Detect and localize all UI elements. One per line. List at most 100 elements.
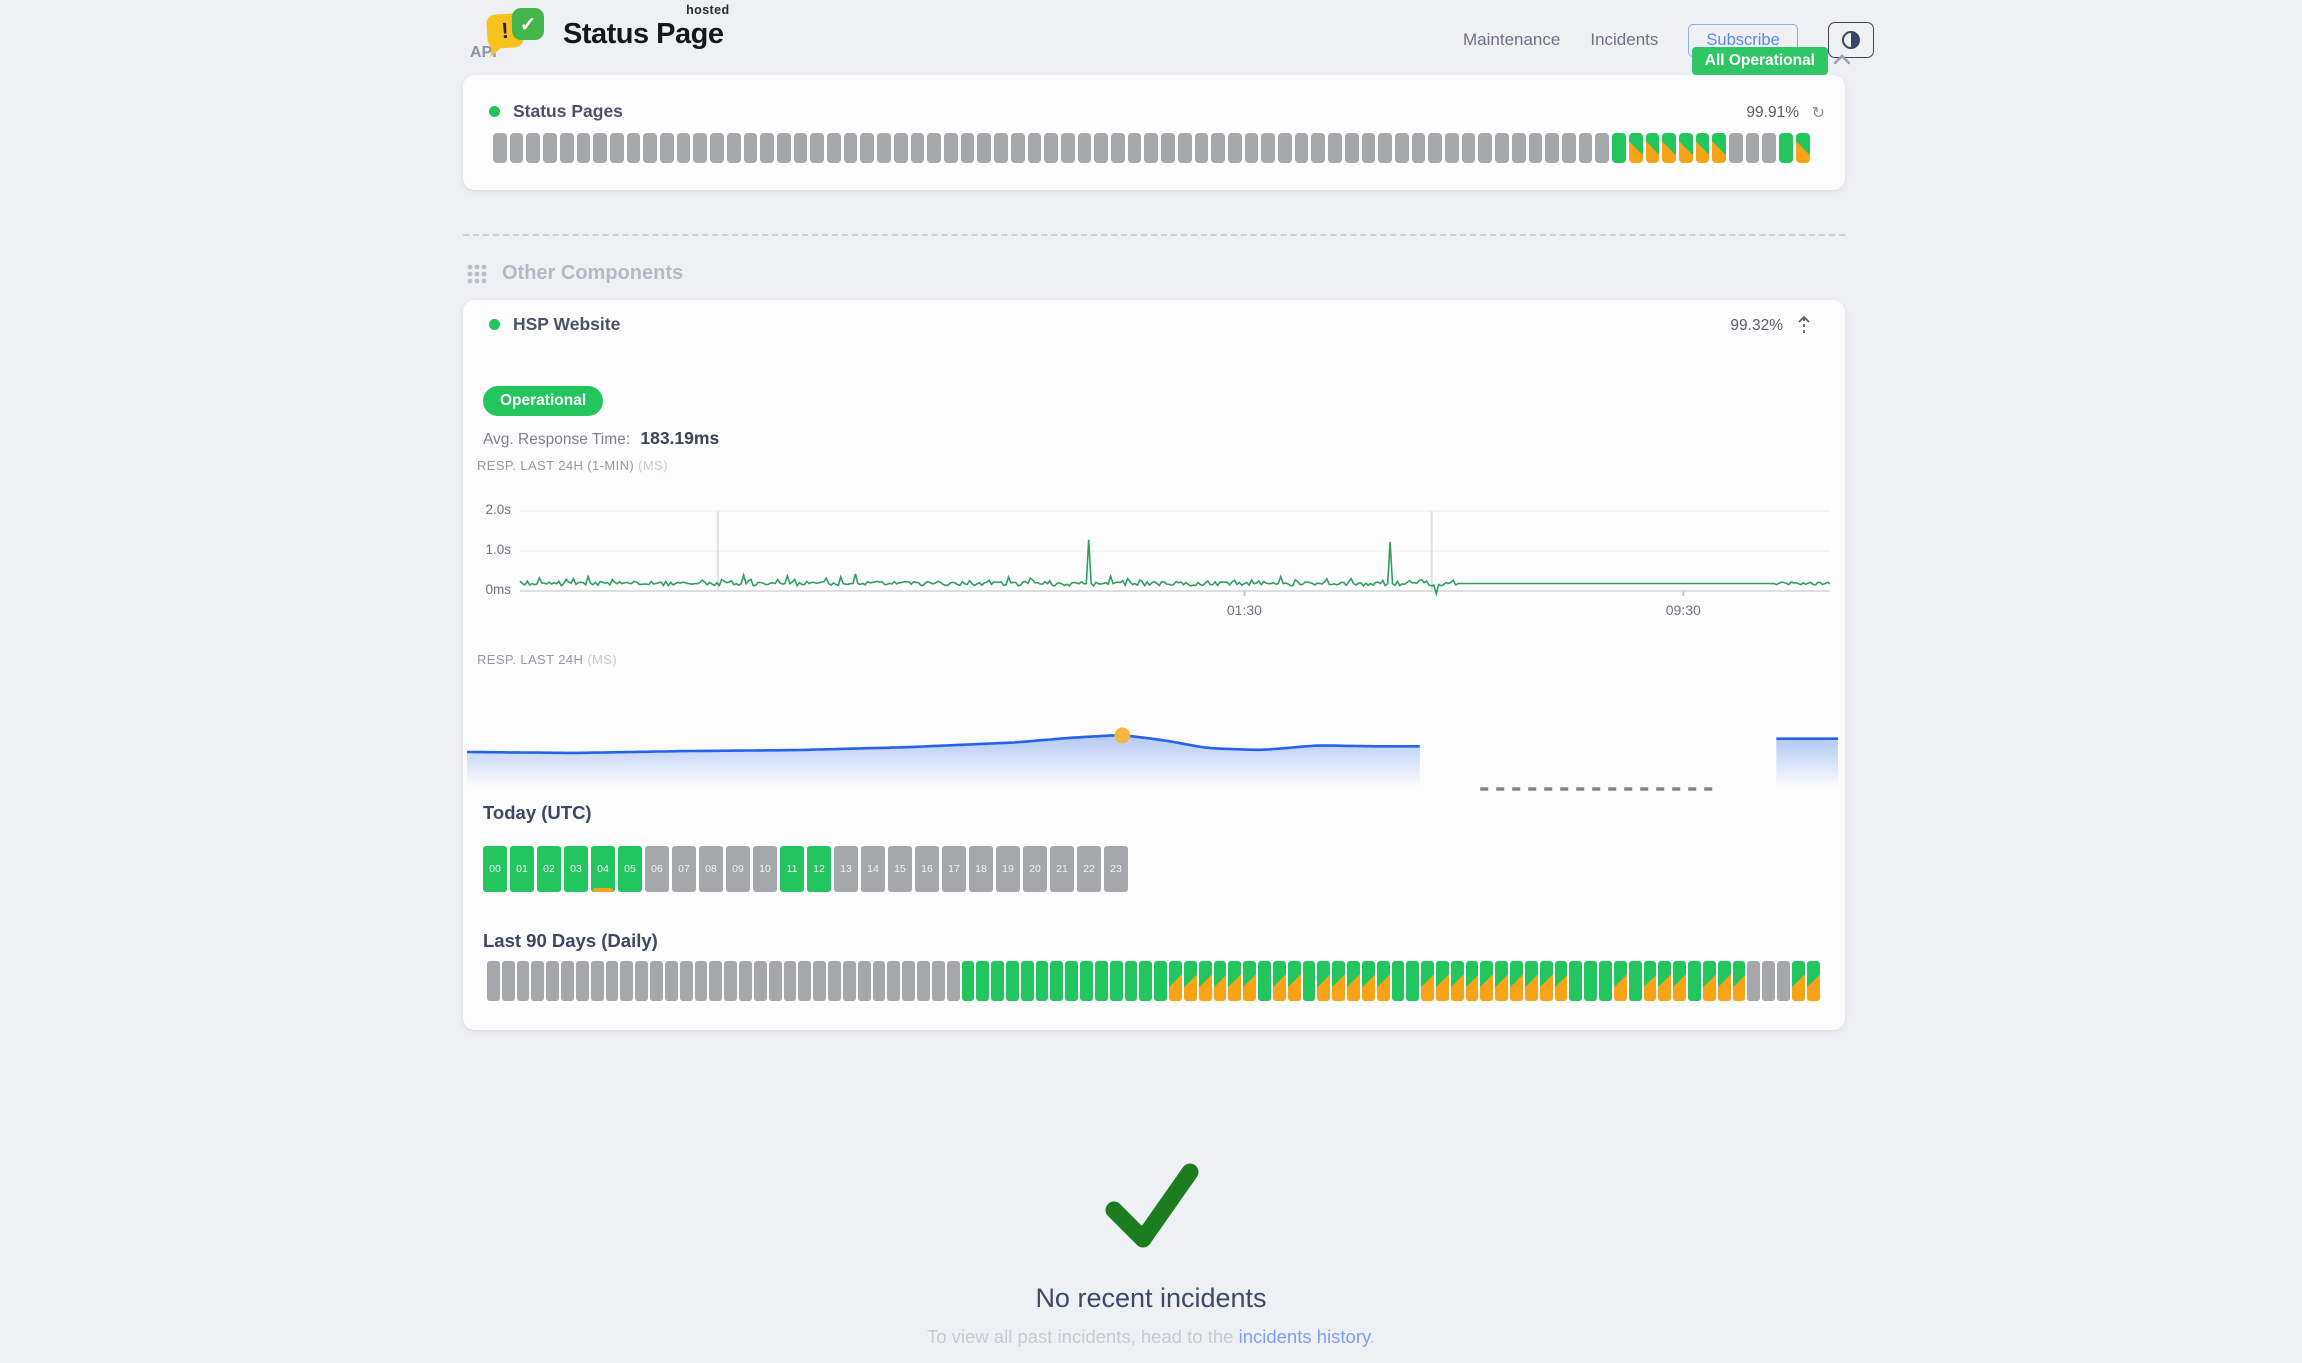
- refresh-icon[interactable]: ↻: [1812, 103, 1825, 123]
- uptime-bar[interactable]: [777, 133, 791, 163]
- daily-uptime-bar[interactable]: [1510, 961, 1523, 1001]
- uptime-bar[interactable]: [1595, 133, 1609, 163]
- uptime-bar[interactable]: [1746, 133, 1760, 163]
- uptime-bar[interactable]: [844, 133, 858, 163]
- daily-uptime-bar[interactable]: [902, 961, 915, 1001]
- daily-uptime-bar[interactable]: [813, 961, 826, 1001]
- uptime-bar[interactable]: [493, 133, 507, 163]
- uptime-bar[interactable]: [1512, 133, 1526, 163]
- daily-uptime-bar[interactable]: [1243, 961, 1256, 1001]
- daily-uptime-bar[interactable]: [1599, 961, 1612, 1001]
- daily-uptime-bar[interactable]: [858, 961, 871, 1001]
- daily-uptime-bar[interactable]: [1377, 961, 1390, 1001]
- uptime-bar[interactable]: [1696, 133, 1710, 163]
- daily-uptime-bar[interactable]: [591, 961, 604, 1001]
- response-time-area-chart[interactable]: [467, 690, 1838, 796]
- uptime-bar[interactable]: [1278, 133, 1292, 163]
- uptime-bar[interactable]: [860, 133, 874, 163]
- daily-uptime-bar[interactable]: [917, 961, 930, 1001]
- uptime-bar[interactable]: [1078, 133, 1092, 163]
- daily-uptime-bar[interactable]: [1154, 961, 1167, 1001]
- uptime-bar[interactable]: [1662, 133, 1676, 163]
- daily-uptime-bar[interactable]: [1495, 961, 1508, 1001]
- daily-uptime-bar[interactable]: [887, 961, 900, 1001]
- hour-block-00[interactable]: 00: [483, 846, 507, 892]
- daily-uptime-bar[interactable]: [1703, 961, 1716, 1001]
- hour-block-19[interactable]: 19: [996, 846, 1020, 892]
- daily-uptime-bar[interactable]: [546, 961, 559, 1001]
- uptime-bar[interactable]: [677, 133, 691, 163]
- daily-uptime-bar[interactable]: [1658, 961, 1671, 1001]
- uptime-bar[interactable]: [894, 133, 908, 163]
- uptime-bar[interactable]: [660, 133, 674, 163]
- daily-uptime-bar[interactable]: [695, 961, 708, 1001]
- uptime-bar[interactable]: [1679, 133, 1693, 163]
- brand-logo[interactable]: ! ✓ Status Page hosted: [487, 8, 724, 60]
- daily-uptime-bar[interactable]: [1303, 961, 1316, 1001]
- uptime-bar[interactable]: [1495, 133, 1509, 163]
- hour-block-15[interactable]: 15: [888, 846, 912, 892]
- daily-uptime-bar[interactable]: [665, 961, 678, 1001]
- daily-uptime-bar[interactable]: [1688, 961, 1701, 1001]
- uptime-bar[interactable]: [1245, 133, 1259, 163]
- uptime-bar[interactable]: [1328, 133, 1342, 163]
- daily-uptime-bar[interactable]: [1095, 961, 1108, 1001]
- uptime-bar[interactable]: [1712, 133, 1726, 163]
- uptime-bar[interactable]: [510, 133, 524, 163]
- hour-block-08[interactable]: 08: [699, 846, 723, 892]
- uptime-bar[interactable]: [1011, 133, 1025, 163]
- daily-uptime-bar[interactable]: [991, 961, 1004, 1001]
- daily-uptime-bar[interactable]: [1006, 961, 1019, 1001]
- daily-uptime-bar[interactable]: [754, 961, 767, 1001]
- daily-uptime-bar[interactable]: [932, 961, 945, 1001]
- uptime-bar[interactable]: [1796, 133, 1810, 163]
- hour-block-12[interactable]: 12: [807, 846, 831, 892]
- hour-block-07[interactable]: 07: [672, 846, 696, 892]
- daily-uptime-bar[interactable]: [1466, 961, 1479, 1001]
- hour-block-14[interactable]: 14: [861, 846, 885, 892]
- daily-uptime-bar[interactable]: [650, 961, 663, 1001]
- hour-block-21[interactable]: 21: [1050, 846, 1074, 892]
- uptime-bar[interactable]: [911, 133, 925, 163]
- incidents-history-link[interactable]: incidents history: [1239, 1326, 1370, 1347]
- uptime-bar[interactable]: [1094, 133, 1108, 163]
- uptime-bar[interactable]: [1428, 133, 1442, 163]
- daily-uptime-bar[interactable]: [1733, 961, 1746, 1001]
- daily-uptime-bar[interactable]: [1362, 961, 1375, 1001]
- uptime-bar[interactable]: [610, 133, 624, 163]
- daily-uptime-bar[interactable]: [769, 961, 782, 1001]
- uptime-bar[interactable]: [577, 133, 591, 163]
- daily-uptime-bar[interactable]: [1644, 961, 1657, 1001]
- uptime-bar[interactable]: [1161, 133, 1175, 163]
- daily-uptime-bar[interactable]: [561, 961, 574, 1001]
- daily-uptime-bar[interactable]: [1569, 961, 1582, 1001]
- uptime-bar[interactable]: [1412, 133, 1426, 163]
- uptime-bar[interactable]: [727, 133, 741, 163]
- daily-uptime-bar[interactable]: [517, 961, 530, 1001]
- uptime-bar[interactable]: [1445, 133, 1459, 163]
- daily-uptime-bar[interactable]: [1288, 961, 1301, 1001]
- daily-uptime-bar[interactable]: [784, 961, 797, 1001]
- uptime-bar[interactable]: [1061, 133, 1075, 163]
- daily-uptime-bar[interactable]: [843, 961, 856, 1001]
- daily-uptime-bar[interactable]: [635, 961, 648, 1001]
- daily-uptime-bar[interactable]: [1525, 961, 1538, 1001]
- uptime-bar[interactable]: [760, 133, 774, 163]
- daily-uptime-bar[interactable]: [1629, 961, 1642, 1001]
- daily-uptime-bar[interactable]: [1614, 961, 1627, 1001]
- daily-uptime-bar[interactable]: [1317, 961, 1330, 1001]
- uptime-bar[interactable]: [1111, 133, 1125, 163]
- uptime-bar[interactable]: [1178, 133, 1192, 163]
- daily-uptime-bar[interactable]: [1125, 961, 1138, 1001]
- uptime-bar[interactable]: [794, 133, 808, 163]
- daily-uptime-bar[interactable]: [1139, 961, 1152, 1001]
- daily-uptime-bar[interactable]: [1214, 961, 1227, 1001]
- daily-uptime-bar[interactable]: [1540, 961, 1553, 1001]
- uptime-bar[interactable]: [710, 133, 724, 163]
- daily-uptime-bar[interactable]: [873, 961, 886, 1001]
- daily-uptime-bar[interactable]: [1762, 961, 1775, 1001]
- daily-uptime-bar[interactable]: [1480, 961, 1493, 1001]
- daily-uptime-bar[interactable]: [487, 961, 500, 1001]
- uptime-bar[interactable]: [1545, 133, 1559, 163]
- uptime-bar[interactable]: [560, 133, 574, 163]
